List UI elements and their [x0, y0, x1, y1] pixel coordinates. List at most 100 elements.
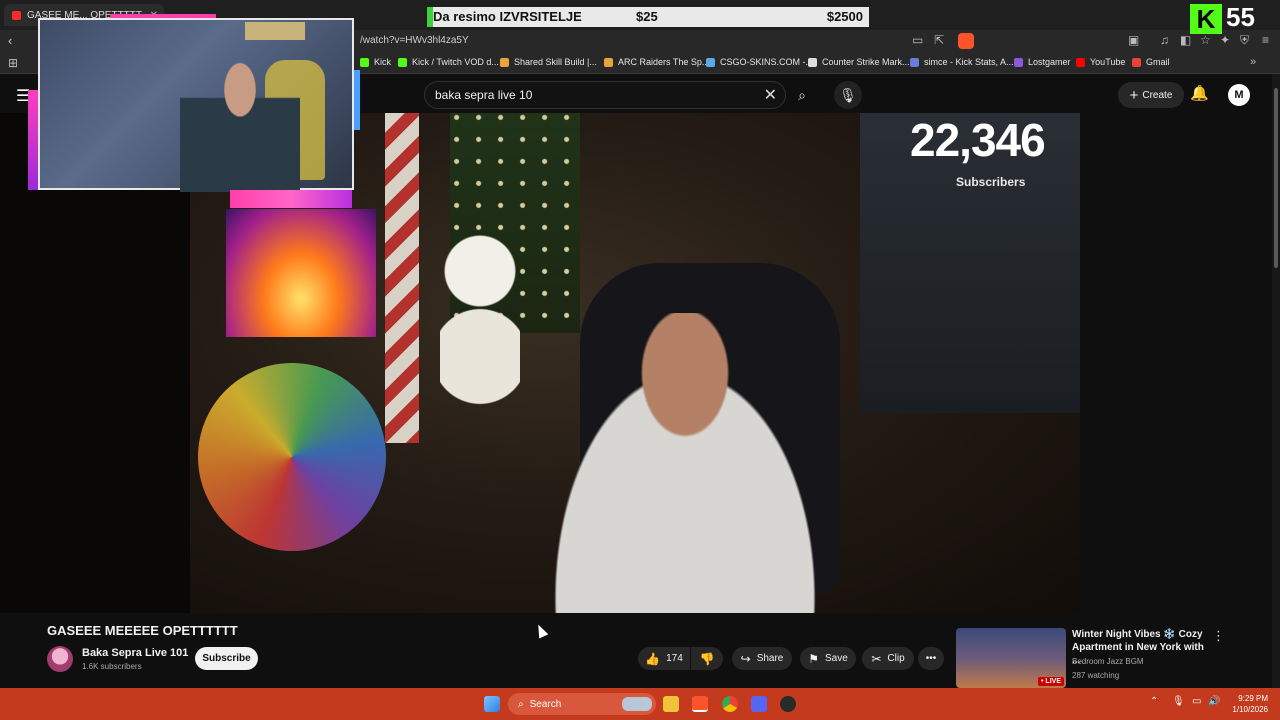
bookmark-item[interactable]: simce - Kick Stats, A... — [910, 57, 1014, 67]
create-button[interactable]: + Create — [1118, 82, 1184, 108]
brave-browser-icon[interactable] — [692, 696, 708, 712]
share-label: Share — [756, 653, 784, 664]
steam-icon[interactable] — [780, 696, 796, 712]
file-explorer-icon[interactable] — [663, 696, 679, 712]
webcam-logo — [245, 22, 305, 40]
bookmark-item[interactable]: CSGO-SKINS.COM -... — [706, 57, 813, 67]
share-button[interactable]: ↪ Share — [732, 647, 792, 670]
clear-search-icon[interactable]: ✕ — [764, 85, 777, 105]
tray-network-icon[interactable]: ▭ — [1192, 696, 1201, 707]
browser-menu-icon[interactable]: ≡ — [1262, 33, 1269, 47]
bookmark-item[interactable]: Counter Strike Mark... — [808, 57, 910, 67]
bookmark-star-icon[interactable]: ☆ — [1200, 33, 1211, 47]
save-label: Save — [824, 653, 848, 664]
search-highlight-art — [622, 697, 652, 711]
bookmark-item[interactable]: ARC Raiders The Sp... — [604, 57, 709, 67]
like-button[interactable]: 👍 174 — [638, 647, 690, 670]
bookmark-item[interactable]: YouTube — [1076, 57, 1125, 67]
system-clock[interactable]: 9:29 PM 1/10/2026 — [1226, 693, 1268, 715]
more-actions-button[interactable]: ••• — [918, 647, 944, 670]
donation-goal-target: $2500 — [826, 9, 863, 24]
taskbar-search[interactable]: ⌕ Search — [508, 693, 656, 715]
reader-icon[interactable]: ◧ — [1180, 33, 1191, 47]
bookmark-item[interactable]: Gmail — [1132, 57, 1170, 67]
save-button[interactable]: ⚑ Save — [800, 647, 856, 670]
video-frame-person — [520, 313, 850, 613]
channel-name[interactable]: Baka Sepra Live 101 — [82, 647, 188, 659]
windows-start-icon[interactable] — [484, 696, 500, 712]
overlay-neon-bar — [28, 90, 38, 190]
donation-goal-bar: Da resimo IZVRSITELJE $25 $2500 — [427, 7, 869, 27]
video-frame-candy-cane — [385, 113, 419, 443]
scrollbar-thumb[interactable] — [1274, 88, 1278, 268]
donation-goal-current: $25 — [636, 9, 658, 24]
discord-icon[interactable] — [751, 696, 767, 712]
recommendation-menu-icon[interactable]: ⋮ — [1212, 628, 1225, 644]
sidebar-icon[interactable]: ▣ — [1128, 33, 1139, 47]
mouse-cursor-icon — [533, 622, 549, 639]
viewer-count: 55 — [1226, 2, 1255, 32]
bookmark-item[interactable]: Shared Skill Build |... — [500, 57, 597, 67]
streamer-webcam-overlay — [38, 18, 354, 192]
clock-date: 1/10/2026 — [1232, 705, 1268, 714]
donation-goal-label: Da resimo IZVRSITELJE — [433, 9, 582, 24]
video-frame-fireplace — [226, 209, 376, 337]
notifications-bell-icon[interactable]: 🔔 — [1190, 84, 1209, 102]
back-arrow-icon[interactable]: ‹ — [8, 33, 12, 48]
bookmark-item[interactable]: Kick / Twitch VOD d... — [398, 57, 499, 67]
apps-grid-icon[interactable]: ⊞ — [8, 56, 18, 70]
clip-label: Clip — [887, 653, 905, 664]
chrome-icon[interactable] — [722, 696, 738, 712]
tray-chevron-icon[interactable]: ⌃ — [1150, 696, 1158, 707]
share-page-icon[interactable]: ⇱ — [934, 33, 944, 47]
live-badge: • LIVE — [1038, 677, 1064, 686]
recommendation-thumbnail[interactable]: • LIVE — [956, 628, 1066, 688]
search-icon[interactable]: ⌕ — [788, 83, 816, 107]
brave-shield-icon[interactable] — [958, 33, 974, 49]
video-frame-snowman — [440, 233, 520, 423]
tray-volume-icon[interactable]: 🔊 — [1208, 696, 1220, 707]
create-label: Create — [1142, 89, 1173, 101]
cast-icon[interactable]: ▭ — [912, 33, 923, 47]
search-input[interactable]: baka sepra live 10 — [435, 88, 532, 102]
subscriber-overlay-label: Subscribers — [956, 175, 1026, 189]
dislike-button[interactable]: 👎 — [691, 647, 723, 670]
taskbar-search-label: Search — [529, 698, 562, 710]
vpn-icon[interactable]: ⛨ — [1240, 33, 1249, 48]
channel-subscriber-count: 1.6K subscribers — [82, 662, 142, 671]
overlay-neon-bar — [230, 190, 352, 208]
search-icon: ⌕ — [518, 698, 524, 710]
thumbs-up-icon: 👍 — [645, 651, 661, 666]
clip-button[interactable]: ✂ Clip — [862, 647, 914, 670]
windows-taskbar: ⌕ Search ⌃ 🎙 ▭ 🔊 9:29 PM 1/10/2026 — [0, 688, 1280, 720]
clock-time: 9:29 PM — [1238, 694, 1268, 703]
bookmark-icon: ⚑ — [808, 651, 819, 666]
like-count: 174 — [666, 653, 683, 664]
account-avatar[interactable]: M — [1228, 84, 1250, 106]
extensions-icon[interactable]: ✦ — [1220, 33, 1230, 47]
youtube-favicon-icon — [12, 10, 21, 20]
subscriber-overlay-count: 22,346 — [910, 114, 1046, 166]
search-box[interactable]: baka sepra live 10 ✕ — [424, 81, 786, 109]
url-text[interactable]: /watch?v=HWv3hl4za5Y — [360, 35, 469, 46]
subscribe-button[interactable]: Subscribe — [195, 647, 258, 670]
kick-logo-icon: K — [1190, 4, 1222, 34]
bookmarks-overflow-icon[interactable]: » — [1250, 56, 1256, 68]
video-frame-rainbow-ball — [198, 363, 386, 551]
page-scrollbar[interactable] — [1272, 74, 1280, 688]
tray-mic-icon[interactable]: 🎙 — [1172, 696, 1185, 707]
overlay-neon-bar — [354, 70, 360, 130]
share-arrow-icon: ↪ — [740, 651, 751, 666]
recommendation-channel[interactable]: Bedroom Jazz BGM — [1072, 657, 1144, 666]
thumbs-down-icon: 👎 — [699, 651, 715, 666]
scissors-icon: ✂ — [871, 651, 882, 666]
webcam-person — [180, 46, 300, 192]
video-title: GASEEE MEEEEE OPETTTTTT — [47, 623, 238, 638]
microphone-icon[interactable]: 🎙 — [834, 81, 862, 109]
bookmark-item[interactable]: Kick — [360, 57, 391, 67]
bookmark-item[interactable]: Lostgamer — [1014, 57, 1071, 67]
plus-icon: + — [1129, 86, 1139, 104]
media-icon[interactable]: ♫ — [1160, 33, 1169, 47]
recommendation-watching: 287 watching — [1072, 671, 1120, 680]
channel-avatar[interactable] — [47, 646, 73, 672]
